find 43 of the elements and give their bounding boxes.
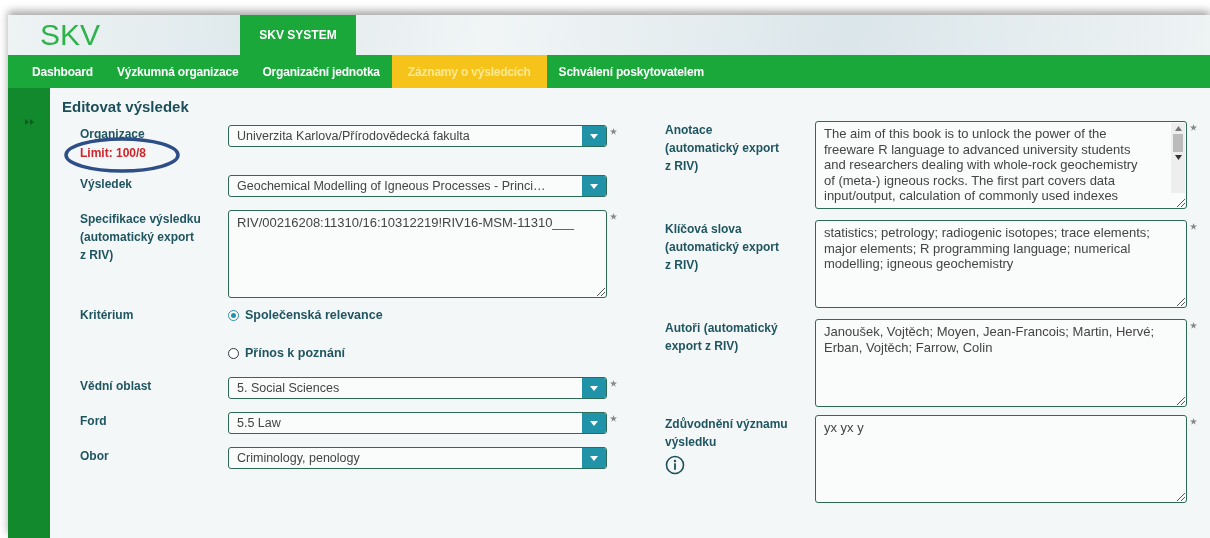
field-label: Autoři (automatický export z RIV) [665, 320, 779, 355]
field-label: Klíčová slova (automatický export z RIV) [665, 221, 781, 274]
caret-icon[interactable] [590, 420, 598, 426]
caret-icon[interactable] [590, 385, 598, 391]
radio-button[interactable] [228, 347, 239, 359]
field-label: Obor [80, 448, 110, 465]
select-field[interactable]: 5.5 Law [228, 412, 607, 434]
resize-grip-icon[interactable] [1176, 396, 1185, 405]
radio-button[interactable] [228, 309, 239, 321]
resize-grip-icon[interactable] [1176, 198, 1185, 207]
textarea-field[interactable]: Janoušek, Vojtěch; Moyen, Jean-Francois; Martin, Hervé; Erban, Vojtěch; Farrow, Colin [815, 319, 1187, 407]
resize-grip-icon[interactable] [1176, 492, 1185, 501]
caret-icon[interactable] [590, 133, 598, 139]
select-field[interactable]: Criminology, penology [228, 447, 607, 469]
select-field[interactable]: Univerzita Karlova/Přírodovědecká fakulta [228, 125, 607, 147]
textarea-field[interactable]: RIV/00216208:11310/16:10312219!RIV16-MSM-11310___ [228, 210, 607, 298]
field-label: Zdůvodnění významu výsledku [665, 416, 789, 451]
page-title: Editovat výsledek [62, 98, 190, 117]
caret-icon[interactable] [590, 455, 598, 461]
select-field[interactable]: 5. Social Sciences [228, 377, 607, 399]
resize-grip-icon[interactable] [1176, 297, 1185, 306]
field-label: Organizace [80, 126, 146, 143]
up-arrow-icon[interactable] [1174, 126, 1182, 131]
radio-option[interactable]: Přínos k poznání [228, 344, 607, 362]
select-field[interactable]: Geochemical Modelling of Igneous Processes - Princi… [228, 175, 607, 197]
caret-icon[interactable] [590, 183, 598, 189]
textarea-field[interactable]: statistics; petrology; radiogenic isotopes; trace elements; major elements; R programming language; numerical modelling; igneous geochemistry [815, 220, 1187, 308]
limit-text: Limit: 100/8 [80, 145, 147, 162]
radio-option[interactable]: Společenská relevance [228, 306, 607, 324]
field-label: Ford [80, 413, 108, 430]
scrollbar[interactable] [1171, 123, 1185, 193]
info-icon[interactable] [665, 455, 685, 475]
down-arrow-icon[interactable] [1174, 155, 1182, 160]
field-label: Kritérium [80, 307, 135, 324]
logo: SKV [40, 17, 102, 53]
field-label: Výsledek [80, 176, 134, 193]
textarea-field[interactable]: The aim of this book is to unlock the power of the freeware R language to advanced university students and researchers dealing with whole-rock geochemistry of (meta-) igneous rocks. The first part covers data input/output, calculation of commonly used indexes [815, 121, 1187, 209]
field-label: Vědní oblast [80, 378, 153, 395]
textarea-field[interactable]: yx yx y [815, 415, 1187, 503]
field-label: Anotace (automatický export z RIV) [665, 122, 781, 175]
field-label: Specifikace výsledku (automatický export z RIV) [80, 211, 202, 264]
scroll-thumb[interactable] [1173, 134, 1183, 152]
resize-grip-icon[interactable] [596, 287, 605, 296]
